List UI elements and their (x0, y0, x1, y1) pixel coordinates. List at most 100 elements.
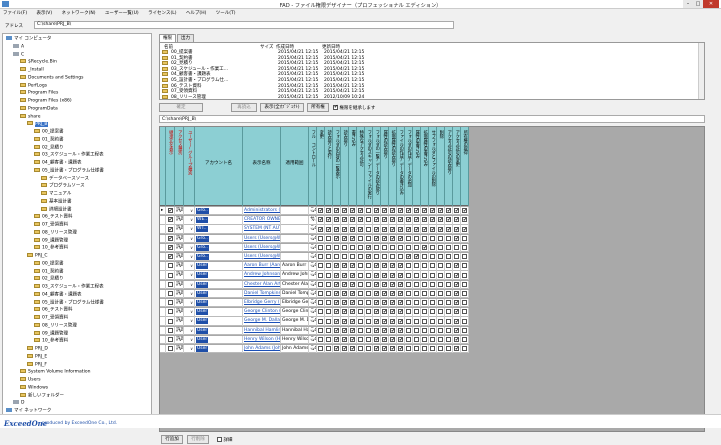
file-row[interactable]: 02_見積り 2015/04/21 12:15 2015/04/21 12:15 (162, 61, 382, 66)
account-name-cell[interactable]: George M. Dallas (George ... (243, 317, 281, 326)
account-name-cell[interactable]: Aaron Burr (Aaron Burr@... (243, 262, 281, 271)
permission-checkbox[interactable] (438, 300, 443, 306)
permission-cell[interactable] (461, 243, 469, 253)
permission-cell[interactable] (317, 225, 325, 234)
permission-checkbox[interactable] (350, 244, 355, 250)
permission-checkbox[interactable] (390, 318, 395, 326)
permission-cell[interactable] (325, 234, 333, 243)
permission-cell[interactable] (333, 317, 341, 326)
permission-checkbox[interactable] (326, 309, 331, 315)
permission-cell[interactable] (397, 271, 405, 280)
column-header[interactable]: 削除 (437, 127, 445, 206)
permission-checkbox[interactable] (326, 318, 331, 324)
inherit-checkbox[interactable] (167, 346, 173, 352)
permission-cell[interactable] (365, 216, 373, 225)
permission-checkbox[interactable] (374, 235, 379, 243)
permission-cell[interactable] (333, 289, 341, 299)
permission-checkbox[interactable] (318, 263, 323, 269)
permission-checkbox[interactable] (398, 254, 403, 260)
add-row-button[interactable]: 行追加 (161, 435, 183, 444)
scope-cell[interactable]: このフォルダ、サブフ... (309, 207, 317, 216)
permission-checkbox[interactable] (334, 216, 339, 225)
access-type-cell[interactable]: 許可 (175, 280, 184, 289)
permission-cell[interactable] (333, 243, 341, 253)
confirm-button[interactable]: 確定 (159, 103, 203, 112)
inherit-cell[interactable] (166, 243, 175, 253)
permission-cell[interactable] (381, 216, 389, 225)
permission-checkbox[interactable] (462, 226, 467, 234)
permission-cell[interactable] (421, 225, 429, 234)
permission-checkbox[interactable] (342, 262, 347, 271)
permission-checkbox[interactable] (390, 254, 395, 260)
permission-checkbox[interactable] (406, 290, 411, 296)
permission-checkbox[interactable] (374, 327, 379, 335)
permission-cell[interactable] (381, 253, 389, 262)
access-type-cell[interactable]: 許可 (175, 216, 184, 225)
permission-checkbox[interactable] (398, 272, 403, 280)
permission-cell[interactable] (333, 207, 341, 216)
permission-checkbox[interactable] (382, 244, 387, 250)
permission-cell[interactable] (365, 345, 373, 354)
permission-checkbox[interactable] (366, 327, 371, 333)
permission-checkbox[interactable] (390, 216, 395, 225)
permission-cell[interactable] (429, 253, 437, 262)
principal-type-cell[interactable]: WE.. (195, 216, 243, 225)
permission-cell[interactable] (413, 335, 421, 345)
permission-cell[interactable] (333, 216, 341, 225)
permission-checkbox[interactable] (374, 318, 379, 326)
permission-cell[interactable] (405, 271, 413, 280)
tree-node[interactable]: 詳細設計書 (41, 206, 72, 213)
permission-cell[interactable] (357, 216, 365, 225)
principal-type-cell[interactable]: User (195, 299, 243, 308)
permission-checkbox[interactable] (366, 253, 371, 261)
permission-cell[interactable] (421, 326, 429, 335)
permission-cell[interactable] (405, 234, 413, 243)
permission-cell[interactable] (341, 289, 349, 299)
permission-cell[interactable] (325, 280, 333, 289)
permission-checkbox[interactable] (358, 244, 363, 250)
permission-cell[interactable] (437, 216, 445, 225)
permission-checkbox[interactable] (430, 216, 435, 225)
permission-cell[interactable] (389, 345, 397, 354)
permission-checkbox[interactable] (318, 290, 323, 296)
permission-cell[interactable] (325, 225, 333, 234)
permission-cell[interactable] (413, 326, 421, 335)
permission-checkbox[interactable] (318, 235, 323, 241)
account-type-cell[interactable] (184, 253, 195, 262)
permission-checkbox[interactable] (382, 318, 387, 326)
permission-checkbox[interactable] (382, 345, 387, 353)
permission-cell[interactable] (429, 345, 437, 354)
permission-checkbox[interactable] (406, 318, 411, 324)
account-type-cell[interactable] (184, 299, 195, 308)
permission-checkbox[interactable] (342, 327, 347, 335)
permission-cell[interactable] (349, 262, 357, 271)
permission-checkbox[interactable] (446, 336, 451, 342)
table-row[interactable]: 許可 WE.. CREATOR OWNER サブフォルダとファイ... (160, 216, 469, 225)
permission-checkbox[interactable] (382, 226, 387, 234)
tree-node[interactable]: 04_顧客書・課題表 (34, 160, 81, 166)
permission-checkbox[interactable] (382, 299, 387, 307)
permission-checkbox[interactable] (462, 235, 467, 241)
permission-checkbox[interactable] (374, 244, 379, 250)
menu-view[interactable]: 表示(V) (37, 10, 53, 18)
close-button[interactable]: ✕ (703, 0, 719, 8)
permission-cell[interactable] (453, 262, 461, 271)
permission-cell[interactable] (349, 216, 357, 225)
file-row[interactable]: 04_顧客書・課題表 2015/04/21 12:15 2015/04/21 12:… (162, 72, 382, 77)
permission-checkbox[interactable] (326, 235, 331, 241)
permission-checkbox[interactable] (318, 226, 323, 234)
permission-cell[interactable] (397, 253, 405, 262)
permission-cell[interactable] (389, 271, 397, 280)
permission-cell[interactable] (421, 216, 429, 225)
permission-cell[interactable] (453, 280, 461, 289)
permission-cell[interactable] (357, 326, 365, 335)
permission-cell[interactable] (389, 225, 397, 234)
principal-type-cell[interactable]: Gro.. (195, 243, 243, 253)
permission-cell[interactable] (341, 299, 349, 308)
principal-type-cell[interactable]: Gro.. (195, 207, 243, 216)
permission-checkbox[interactable] (398, 216, 403, 225)
account-type-cell[interactable] (184, 289, 195, 299)
permission-cell[interactable] (365, 243, 373, 253)
permission-cell[interactable] (445, 289, 453, 299)
principal-type-cell[interactable]: User (195, 317, 243, 326)
